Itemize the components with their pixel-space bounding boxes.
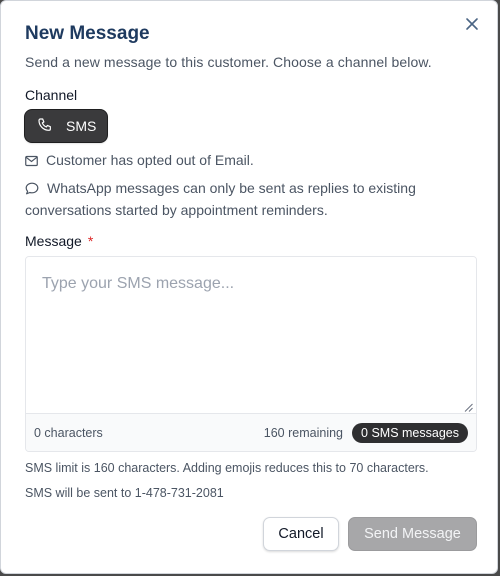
character-count: 0 characters [34,426,103,440]
dialog-subtitle: Send a new message to this customer. Cho… [25,54,432,70]
close-icon[interactable] [463,15,481,33]
message-textarea[interactable] [26,257,476,412]
sms-count-badge: 0 SMS messages [352,423,468,443]
sms-recipient-hint: SMS will be sent to 1-478-731-2081 [25,486,224,500]
sms-limit-hint: SMS limit is 160 characters. Adding emoj… [25,461,429,475]
sms-channel-button[interactable]: SMS [25,110,107,142]
email-opt-out-note: Customer has opted out of Email. [25,150,254,172]
email-opt-out-text: Customer has opted out of Email. [46,152,254,168]
resize-handle-icon[interactable] [464,399,473,412]
required-indicator: * [87,233,94,249]
whatsapp-note-text: WhatsApp messages can only be sent as re… [25,180,416,218]
channel-label: Channel [25,87,78,103]
chat-bubble-icon [25,180,39,200]
new-message-dialog: New Message Send a new message to this c… [0,0,498,574]
message-field: 0 characters 160 remaining 0 SMS message… [25,256,477,452]
send-message-button[interactable]: Send Message [348,517,477,551]
message-label-text: Message [25,233,82,249]
dialog-title: New Message [25,23,150,44]
sms-channel-label: SMS [66,118,97,134]
phone-icon [37,117,66,136]
cancel-button[interactable]: Cancel [263,517,339,551]
character-counter-bar: 0 characters 160 remaining 0 SMS message… [26,413,476,451]
characters-remaining: 160 remaining [263,426,343,440]
whatsapp-note: WhatsApp messages can only be sent as re… [25,178,465,220]
mail-icon [25,152,38,172]
message-label: Message * [25,233,93,249]
